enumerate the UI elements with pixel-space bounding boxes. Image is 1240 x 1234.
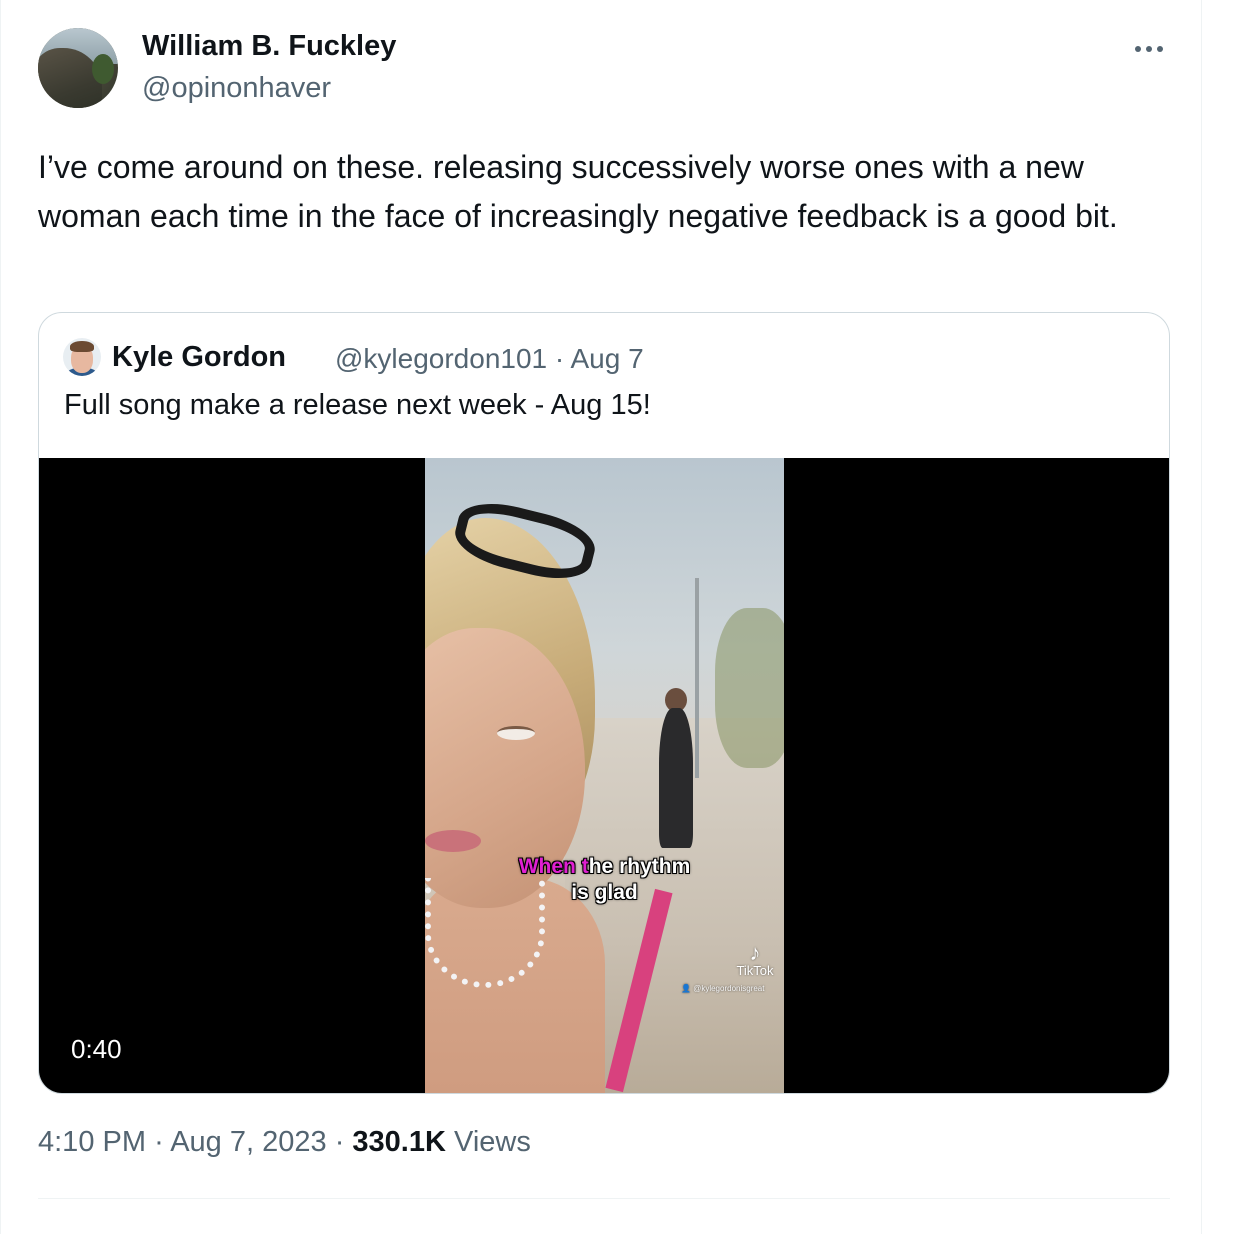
quoted-meta: @kylegordon101 · Aug 7: [335, 343, 644, 375]
quoted-author-name: Kyle Gordon: [112, 341, 287, 373]
tiktok-icon: ♪: [749, 940, 761, 965]
video-caption: When the rhythm is glad: [518, 855, 691, 904]
quoted-date: Aug 7: [570, 343, 644, 374]
video-duration: 0:40: [71, 1034, 122, 1064]
video-player[interactable]: When the rhythm is glad ♪ TikTok 👤 @kyle…: [39, 458, 1169, 1093]
author-handle[interactable]: @opinonhaver: [142, 72, 331, 105]
views-label[interactable]: Views: [454, 1126, 531, 1158]
quoted-author-avatar[interactable]: [63, 338, 101, 376]
video-thumbnail[interactable]: When the rhythm is glad ♪ TikTok 👤 @kyle…: [425, 458, 784, 1093]
user-icon: 👤: [681, 984, 691, 993]
tiktok-brand: TikTok: [736, 963, 774, 978]
quoted-text: Full song make a release next week - Aug…: [64, 389, 651, 421]
tweet-text: I’ve come around on these. releasing suc…: [38, 149, 1118, 234]
author-name[interactable]: William B. Fuckley: [142, 30, 396, 63]
tweet-meta: 4:10 PM · Aug 7, 2023 · 330.1K Views: [38, 1126, 531, 1159]
more-horizontal-icon[interactable]: [1133, 30, 1165, 60]
author-avatar[interactable]: [38, 28, 118, 108]
tweet-detail: William B. Fuckley @opinonhaver I’ve com…: [0, 0, 1240, 1234]
tiktok-watermark: ♪ TikTok: [725, 942, 784, 978]
tweet-date[interactable]: Aug 7, 2023: [170, 1126, 326, 1158]
column-border: [1201, 0, 1202, 1234]
tweet-time[interactable]: 4:10 PM: [38, 1126, 146, 1158]
divider: [38, 1198, 1170, 1199]
meta-separator: ·: [154, 1126, 164, 1158]
meta-separator: ·: [554, 343, 565, 374]
views-count[interactable]: 330.1K: [352, 1126, 446, 1158]
quoted-author-handle: @kylegordon101: [335, 343, 548, 374]
quoted-tweet[interactable]: Kyle Gordon @kylegordon101 · Aug 7 Full …: [38, 312, 1170, 1094]
tiktok-handle: 👤 @kylegordonisgreat: [681, 984, 765, 993]
meta-separator: ·: [334, 1126, 345, 1158]
